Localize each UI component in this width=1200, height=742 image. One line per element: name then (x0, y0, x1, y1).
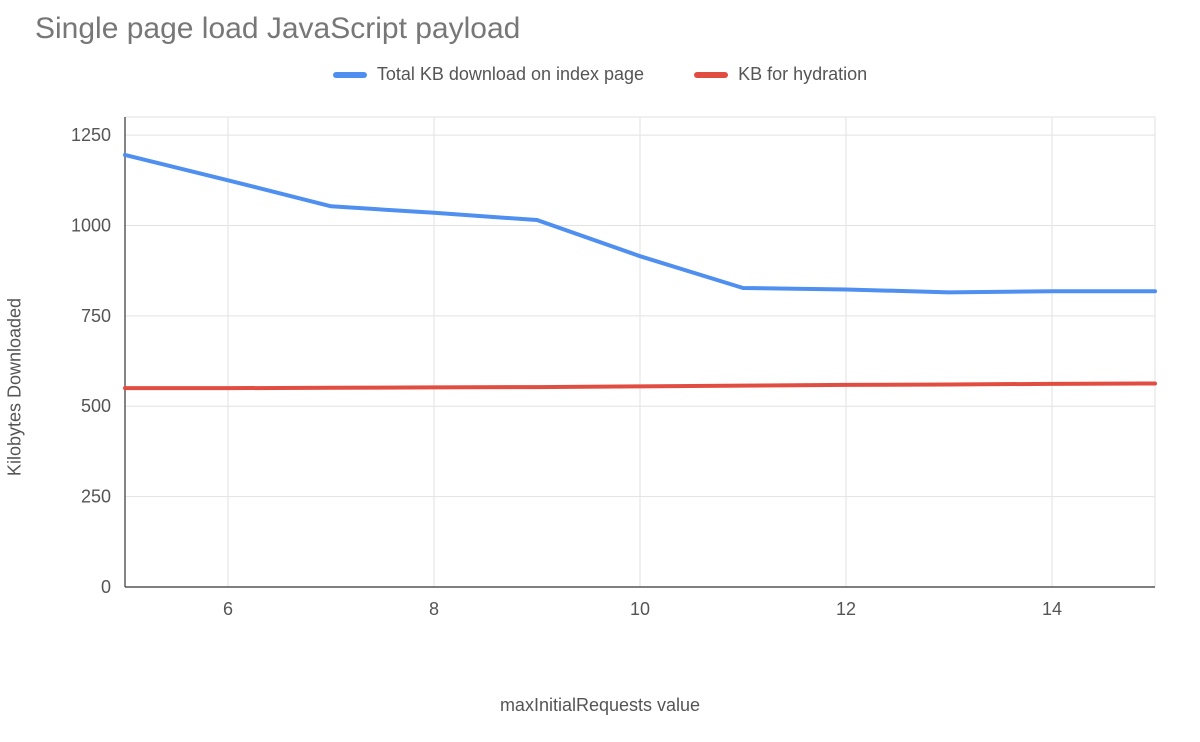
legend-label: Total KB download on index page (377, 64, 644, 85)
legend-item: KB for hydration (694, 64, 867, 85)
legend-swatch-0 (333, 72, 367, 78)
svg-text:250: 250 (81, 487, 111, 507)
svg-text:500: 500 (81, 396, 111, 416)
svg-text:6: 6 (223, 599, 233, 619)
chart-title: Single page load JavaScript payload (35, 12, 1165, 46)
legend: Total KB download on index page KB for h… (35, 64, 1165, 85)
svg-text:1250: 1250 (71, 125, 111, 145)
svg-text:750: 750 (81, 306, 111, 326)
legend-label: KB for hydration (738, 64, 867, 85)
x-axis-title: maxInitialRequests value (35, 695, 1165, 716)
svg-text:1000: 1000 (71, 215, 111, 235)
legend-swatch-1 (694, 72, 728, 78)
svg-text:8: 8 (429, 599, 439, 619)
chart: Single page load JavaScript payload Tota… (35, 12, 1165, 716)
svg-text:12: 12 (836, 599, 856, 619)
svg-text:10: 10 (630, 599, 650, 619)
chart-svg: 0 250 500 750 1000 1250 6 8 10 12 14 (35, 107, 1165, 627)
y-axis-title: Kilobytes Downloaded (5, 298, 26, 476)
plot-area: Kilobytes Downloaded 0250500750100012506… (35, 107, 1165, 667)
svg-text:0: 0 (101, 577, 111, 597)
svg-text:14: 14 (1042, 599, 1062, 619)
legend-item: Total KB download on index page (333, 64, 644, 85)
